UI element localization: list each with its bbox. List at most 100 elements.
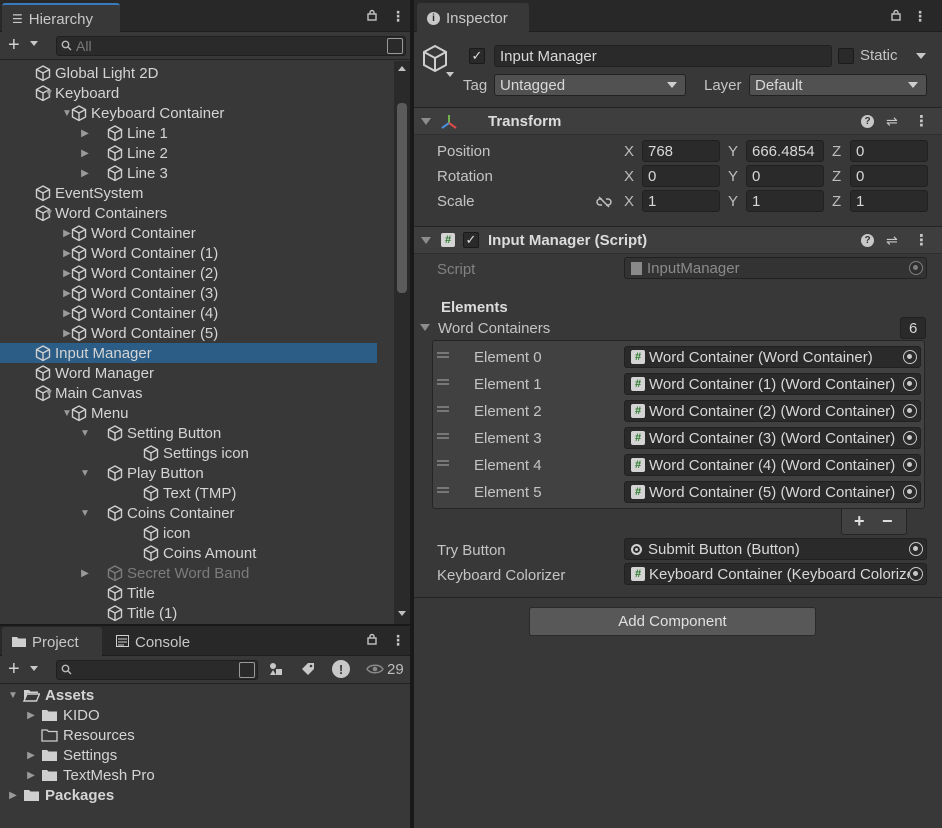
fold-closed-icon[interactable]: ▶ <box>78 168 92 179</box>
help-icon[interactable]: ? <box>861 115 874 128</box>
presets-icon[interactable]: ⇌ <box>886 113 898 130</box>
fold-open-icon[interactable]: ▼ <box>60 408 74 419</box>
fold-closed-icon[interactable]: ▶ <box>24 750 38 761</box>
fold-open-icon[interactable]: ▼ <box>42 88 56 99</box>
hierarchy-item[interactable]: ▼ Word Containers <box>0 203 394 223</box>
object-picker-icon[interactable] <box>903 404 917 418</box>
element-object-field[interactable]: # Word Container (5) (Word Container) <box>624 481 921 503</box>
fold-closed-icon[interactable]: ▶ <box>78 568 92 579</box>
project-item[interactable]: ▶ TextMesh Pro <box>0 765 155 785</box>
chevron-down-icon[interactable] <box>446 72 454 77</box>
hierarchy-item[interactable]: Coins Amount <box>0 543 394 563</box>
hierarchy-item[interactable]: ▶ Word Container (4) <box>0 303 394 323</box>
hierarchy-search-input[interactable]: All <box>56 36 406 56</box>
hierarchy-item[interactable]: ▼ Play Button <box>0 463 394 483</box>
fold-open-icon[interactable] <box>421 237 431 244</box>
visibility-icon[interactable] <box>366 662 384 679</box>
fold-open-icon[interactable]: ▼ <box>6 690 20 701</box>
fold-open-icon[interactable] <box>420 324 430 331</box>
fold-closed-icon[interactable]: ▶ <box>78 128 92 139</box>
add-icon[interactable]: + <box>8 34 20 57</box>
filter-by-type-icon[interactable] <box>268 661 284 681</box>
tab-console[interactable]: Console <box>106 627 206 657</box>
hierarchy-item[interactable]: ▶ Word Container (5) <box>0 323 394 343</box>
kebab-menu-icon[interactable]: ⋮ <box>913 8 927 25</box>
hierarchy-item[interactable]: ▶ Line 2 <box>0 143 394 163</box>
object-name-field[interactable]: Input Manager <box>494 45 832 67</box>
fold-open-icon[interactable]: ▼ <box>42 388 56 399</box>
project-item[interactable]: ▼ Assets <box>0 685 94 705</box>
drag-handle-icon[interactable] <box>437 406 449 412</box>
active-checkbox[interactable]: ✓ <box>469 48 485 64</box>
lock-icon[interactable] <box>890 8 902 24</box>
fold-open-icon[interactable] <box>421 118 431 125</box>
element-object-field[interactable]: # Word Container (4) (Word Container) <box>624 454 921 476</box>
scale-z-field[interactable]: 1 <box>850 190 928 212</box>
tab-project[interactable]: Project <box>2 627 102 657</box>
fold-open-icon[interactable]: ▼ <box>78 428 92 439</box>
project-item[interactable]: Resources <box>0 725 135 745</box>
help-icon[interactable]: ? <box>861 234 874 247</box>
hierarchy-item[interactable]: icon <box>0 523 394 543</box>
fold-closed-icon[interactable]: ▶ <box>60 328 74 339</box>
fold-closed-icon[interactable]: ▶ <box>24 710 38 721</box>
fold-open-icon[interactable]: ▼ <box>42 208 56 219</box>
rotation-z-field[interactable]: 0 <box>850 165 928 187</box>
hierarchy-item[interactable]: Word Manager <box>0 363 394 383</box>
drag-handle-icon[interactable] <box>437 460 449 466</box>
hierarchy-item[interactable]: ▼ Keyboard Container <box>0 103 394 123</box>
rotation-x-field[interactable]: 0 <box>642 165 720 187</box>
static-checkbox[interactable] <box>838 48 854 64</box>
drag-handle-icon[interactable] <box>437 352 449 358</box>
hierarchy-item[interactable]: Title (1) <box>0 603 394 623</box>
fold-open-icon[interactable]: ▼ <box>60 108 74 119</box>
axis-z-label[interactable]: Z <box>832 193 841 210</box>
rotation-y-field[interactable]: 0 <box>746 165 824 187</box>
kebab-menu-icon[interactable]: ⋮ <box>914 231 929 249</box>
link-off-icon[interactable] <box>596 195 612 212</box>
axis-x-label[interactable]: X <box>624 143 634 160</box>
fold-closed-icon[interactable]: ▶ <box>60 228 74 239</box>
hierarchy-item[interactable]: ▶ Word Container (1) <box>0 243 394 263</box>
fold-closed-icon[interactable]: ▶ <box>60 308 74 319</box>
object-picker-icon[interactable] <box>909 542 923 556</box>
fold-closed-icon[interactable]: ▶ <box>24 770 38 781</box>
lock-icon[interactable] <box>366 8 378 24</box>
hierarchy-item[interactable]: ▼ Keyboard <box>0 83 394 103</box>
project-item[interactable]: ▶ Packages <box>0 785 114 805</box>
hierarchy-scroll-thumb[interactable] <box>397 103 407 293</box>
layer-dropdown[interactable]: Default <box>749 74 927 96</box>
transform-header[interactable]: Transform ? ⇌ ⋮ <box>414 107 942 135</box>
hierarchy-item[interactable]: Global Light 2D <box>0 63 394 83</box>
hierarchy-item[interactable]: ▶ Line 1 <box>0 123 394 143</box>
hierarchy-item[interactable]: ▼ Coins Container <box>0 503 394 523</box>
fold-closed-icon[interactable]: ▶ <box>60 268 74 279</box>
axis-z-label[interactable]: Z <box>832 168 841 185</box>
project-item[interactable]: ▶ Settings <box>0 745 117 765</box>
position-z-field[interactable]: 0 <box>850 140 928 162</box>
scroll-up-icon[interactable] <box>398 66 406 71</box>
position-y-field[interactable]: 666.4854 <box>746 140 824 162</box>
search-by-type-icon[interactable] <box>387 38 403 54</box>
hierarchy-scrollbar[interactable] <box>394 61 410 624</box>
drag-handle-icon[interactable] <box>437 487 449 493</box>
kebab-menu-icon[interactable]: ⋮ <box>391 632 405 649</box>
hierarchy-item[interactable]: ▶ Word Container (3) <box>0 283 394 303</box>
hierarchy-item[interactable]: ▼ Setting Button <box>0 423 394 443</box>
hierarchy-item[interactable]: Text (TMP) <box>0 483 394 503</box>
filter-by-label-icon[interactable] <box>300 661 316 681</box>
object-picker-icon[interactable] <box>903 485 917 499</box>
add-icon[interactable]: + <box>8 658 20 681</box>
hierarchy-item[interactable]: Input Manager <box>0 343 377 363</box>
object-picker-icon[interactable] <box>909 567 923 581</box>
fold-open-icon[interactable]: ▼ <box>78 468 92 479</box>
remove-element-button[interactable]: − <box>882 511 893 532</box>
fold-open-icon[interactable]: ▼ <box>78 508 92 519</box>
drag-handle-icon[interactable] <box>437 379 449 385</box>
element-object-field[interactable]: # Word Container (Word Container) <box>624 346 921 368</box>
chevron-down-icon[interactable] <box>30 666 38 671</box>
hierarchy-item[interactable]: Title <box>0 583 394 603</box>
search-by-type-icon[interactable] <box>239 662 255 678</box>
lock-icon[interactable] <box>366 632 378 648</box>
object-picker-icon[interactable] <box>903 458 917 472</box>
